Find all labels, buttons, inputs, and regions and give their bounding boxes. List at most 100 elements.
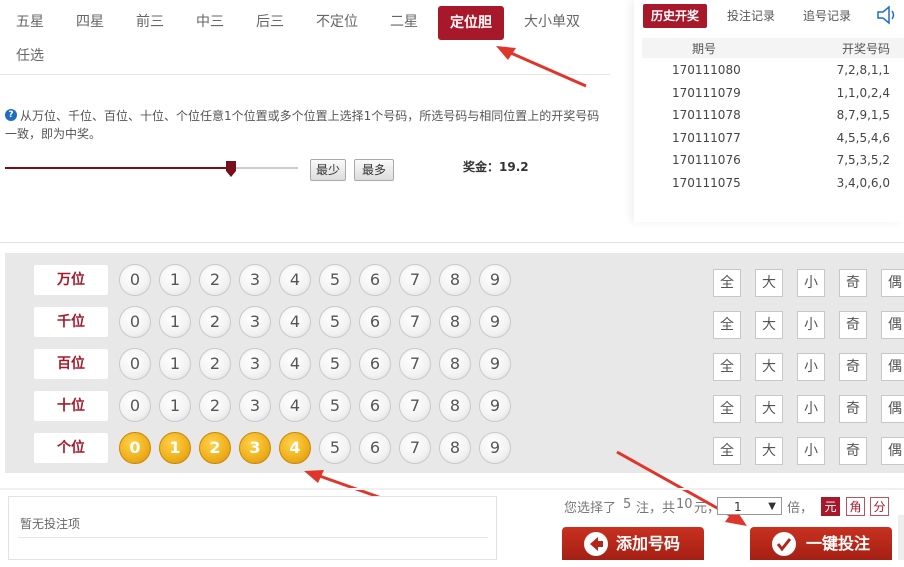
number-ball[interactable]: 5 — [319, 306, 351, 338]
number-ball[interactable]: 8 — [439, 432, 471, 464]
tab-sixing[interactable]: 四星 — [76, 7, 104, 37]
rebate-slider-handle[interactable] — [225, 161, 236, 177]
number-ball[interactable]: 8 — [439, 390, 471, 422]
number-ball[interactable]: 5 — [319, 348, 351, 380]
number-ball[interactable]: 4 — [279, 264, 311, 296]
quick-select-button[interactable]: 全 — [713, 395, 741, 423]
number-ball[interactable]: 8 — [439, 348, 471, 380]
quick-select-button[interactable]: 偶 — [881, 311, 904, 339]
number-ball[interactable]: 7 — [399, 390, 431, 422]
quick-select-button[interactable]: 小 — [797, 395, 825, 423]
quick-select-button[interactable]: 偶 — [881, 353, 904, 381]
tab-wuxing[interactable]: 五星 — [16, 7, 44, 37]
quick-select-button[interactable]: 大 — [755, 269, 783, 297]
tab-qiansan[interactable]: 前三 — [136, 7, 164, 37]
tab-erxing[interactable]: 二星 — [390, 7, 418, 37]
number-ball[interactable]: 3 — [239, 348, 271, 380]
number-ball[interactable]: 0 — [119, 348, 151, 380]
number-ball[interactable]: 6 — [359, 390, 391, 422]
multiplier-select[interactable]: 1 ▼ — [717, 497, 782, 515]
tab-renxuan[interactable]: 任选 — [16, 41, 44, 71]
number-ball[interactable]: 4 — [279, 306, 311, 338]
quick-select-button[interactable]: 全 — [713, 269, 741, 297]
quick-select-button[interactable]: 大 — [755, 437, 783, 465]
quick-select-button[interactable]: 小 — [797, 311, 825, 339]
quick-select-button[interactable]: 小 — [797, 353, 825, 381]
number-ball[interactable]: 3 — [239, 306, 271, 338]
quick-select-button[interactable]: 奇 — [839, 437, 867, 465]
quick-select-button[interactable]: 小 — [797, 269, 825, 297]
max-rebate-button[interactable]: 最多 — [354, 159, 394, 181]
number-ball[interactable]: 2 — [199, 432, 231, 464]
number-ball[interactable]: 7 — [399, 432, 431, 464]
quick-select-button[interactable]: 奇 — [839, 269, 867, 297]
bet-count: 5 — [623, 497, 632, 512]
number-ball[interactable]: 3 — [239, 390, 271, 422]
number-ball[interactable]: 5 — [319, 432, 351, 464]
number-ball[interactable]: 8 — [439, 306, 471, 338]
quick-select-button[interactable]: 偶 — [881, 437, 904, 465]
add-number-button[interactable]: 添加号码 — [562, 527, 704, 560]
unit-fen[interactable]: 分 — [870, 497, 889, 516]
quick-select-button[interactable]: 大 — [755, 353, 783, 381]
tab-history-draws[interactable]: 历史开奖 — [643, 4, 708, 28]
number-ball[interactable]: 9 — [479, 432, 511, 464]
number-ball[interactable]: 6 — [359, 348, 391, 380]
number-ball[interactable]: 1 — [159, 390, 191, 422]
number-ball[interactable]: 3 — [239, 432, 271, 464]
number-ball[interactable]: 0 — [119, 432, 151, 464]
number-ball[interactable]: 9 — [479, 348, 511, 380]
number-ball[interactable]: 1 — [159, 432, 191, 464]
tab-budingwei[interactable]: 不定位 — [316, 7, 358, 37]
submit-bet-button[interactable]: 一键投注 — [750, 527, 892, 560]
tab-chase-records[interactable]: 追号记录 — [803, 4, 851, 28]
number-ball[interactable]: 9 — [479, 264, 511, 296]
number-ball[interactable]: 2 — [199, 348, 231, 380]
number-ball[interactable]: 4 — [279, 390, 311, 422]
number-ball[interactable]: 1 — [159, 306, 191, 338]
quick-select-button[interactable]: 奇 — [839, 353, 867, 381]
quick-select-button[interactable]: 偶 — [881, 395, 904, 423]
quick-select-button[interactable]: 全 — [713, 311, 741, 339]
number-ball[interactable]: 7 — [399, 348, 431, 380]
number-ball[interactable]: 0 — [119, 306, 151, 338]
quick-select-button[interactable]: 全 — [713, 353, 741, 381]
number-ball[interactable]: 8 — [439, 264, 471, 296]
tab-housan[interactable]: 后三 — [256, 7, 284, 37]
quick-select-button[interactable]: 大 — [755, 311, 783, 339]
number-ball[interactable]: 9 — [479, 390, 511, 422]
number-ball[interactable]: 1 — [159, 264, 191, 296]
tab-bet-records[interactable]: 投注记录 — [727, 4, 775, 28]
quick-select-button[interactable]: 小 — [797, 437, 825, 465]
number-ball[interactable]: 2 — [199, 264, 231, 296]
number-ball[interactable]: 7 — [399, 306, 431, 338]
unit-yuan[interactable]: 元 — [821, 497, 840, 516]
speaker-icon[interactable] — [876, 5, 898, 25]
number-ball[interactable]: 3 — [239, 264, 271, 296]
tab-daxiaodanshuang[interactable]: 大小单双 — [524, 7, 580, 37]
number-ball[interactable]: 9 — [479, 306, 511, 338]
tab-zhongsan[interactable]: 中三 — [196, 7, 224, 37]
tab-dingweidan[interactable]: 定位胆 — [438, 6, 504, 40]
number-ball[interactable]: 2 — [199, 390, 231, 422]
number-ball[interactable]: 5 — [319, 390, 351, 422]
quick-select-button[interactable]: 奇 — [839, 395, 867, 423]
min-rebate-button[interactable]: 最少 — [310, 159, 346, 181]
quick-select-button[interactable]: 奇 — [839, 311, 867, 339]
quick-select-button[interactable]: 大 — [755, 395, 783, 423]
number-ball[interactable]: 4 — [279, 348, 311, 380]
number-ball[interactable]: 5 — [319, 264, 351, 296]
number-ball[interactable]: 6 — [359, 306, 391, 338]
quick-select-button[interactable]: 偶 — [881, 269, 904, 297]
position-label: 千位 — [34, 307, 108, 337]
number-ball[interactable]: 7 — [399, 264, 431, 296]
unit-jiao[interactable]: 角 — [846, 497, 865, 516]
number-ball[interactable]: 2 — [199, 306, 231, 338]
number-ball[interactable]: 6 — [359, 264, 391, 296]
col-issue: 期号 — [692, 42, 717, 56]
number-ball[interactable]: 0 — [119, 264, 151, 296]
number-ball[interactable]: 0 — [119, 390, 151, 422]
number-ball[interactable]: 4 — [279, 432, 311, 464]
number-ball[interactable]: 6 — [359, 432, 391, 464]
number-ball[interactable]: 1 — [159, 348, 191, 380]
